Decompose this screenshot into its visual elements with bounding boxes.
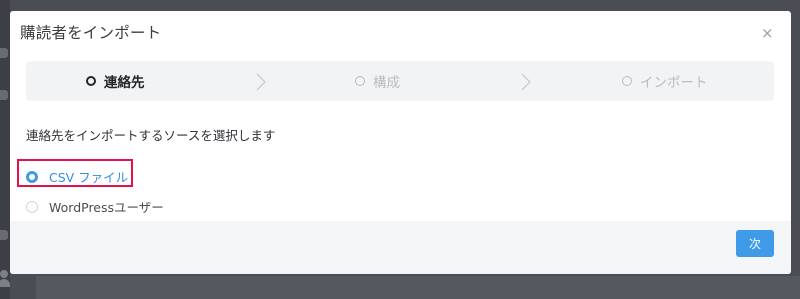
background-content-strip bbox=[36, 276, 800, 299]
radio-unselected-icon[interactable] bbox=[26, 200, 38, 213]
chevron-right-icon bbox=[253, 73, 269, 91]
step-label: 構成 bbox=[373, 75, 400, 91]
source-option-wordpress-users[interactable]: WordPressユーザー bbox=[26, 197, 164, 216]
background-sidebar-marker bbox=[0, 90, 8, 100]
background-sidebar-marker bbox=[0, 230, 8, 240]
source-prompt: 連絡先をインポートするソースを選択します bbox=[26, 128, 276, 143]
close-icon[interactable]: × bbox=[761, 26, 774, 41]
dialog-footer: 次 bbox=[10, 221, 791, 274]
option-label: CSV ファイル bbox=[49, 170, 129, 185]
dialog-title: 購読者をインポート bbox=[20, 24, 162, 42]
step-label: 連絡先 bbox=[104, 75, 145, 91]
import-subscribers-dialog: 購読者をインポート × 連絡先 構成 インポート 連絡先をインポートするソースを… bbox=[10, 11, 791, 274]
step-contacts[interactable]: 連絡先 bbox=[86, 61, 145, 101]
step-label: インポート bbox=[640, 75, 708, 91]
chevron-right-icon bbox=[518, 73, 534, 91]
background-sidebar bbox=[0, 0, 10, 299]
step-configuration[interactable]: 構成 bbox=[355, 61, 400, 101]
wizard-steps: 連絡先 構成 インポート bbox=[26, 61, 774, 101]
source-option-csv[interactable]: CSV ファイル bbox=[26, 167, 128, 186]
user-icon bbox=[0, 270, 10, 288]
next-button[interactable]: 次 bbox=[736, 230, 774, 257]
background-sidebar-marker bbox=[0, 48, 8, 58]
radio-selected-icon[interactable] bbox=[26, 170, 38, 183]
step-import[interactable]: インポート bbox=[622, 61, 708, 101]
option-label: WordPressユーザー bbox=[49, 200, 164, 215]
step-circle-icon bbox=[622, 76, 632, 86]
step-circle-icon bbox=[86, 76, 96, 86]
step-circle-icon bbox=[355, 76, 365, 86]
